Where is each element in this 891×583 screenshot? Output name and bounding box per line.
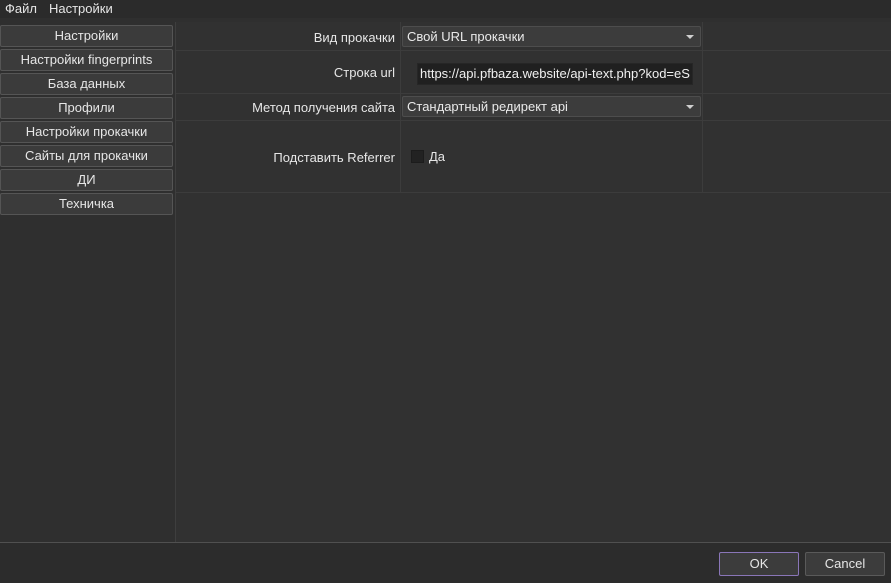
sidebar-item-settings[interactable]: Настройки <box>0 25 173 47</box>
type-label: Вид прокачки <box>313 30 395 45</box>
sidebar: Настройки Настройки fingerprints База да… <box>0 22 174 542</box>
referrer-label: Подставить Referrer <box>273 150 395 165</box>
type-select[interactable]: Свой URL прокачки <box>402 26 701 47</box>
sidebar-item-database[interactable]: База данных <box>0 73 173 95</box>
method-label: Метод получения сайта <box>252 100 395 115</box>
sidebar-item-boost-sites[interactable]: Сайты для прокачки <box>0 145 173 167</box>
row-divider <box>176 93 891 94</box>
referrer-checkbox-label[interactable]: Да <box>429 149 445 164</box>
chevron-down-icon <box>686 105 694 109</box>
ok-button[interactable]: OK <box>719 552 799 576</box>
url-label: Строка url <box>333 65 395 80</box>
sidebar-item-profiles[interactable]: Профили <box>0 97 173 119</box>
chevron-down-icon <box>686 35 694 39</box>
settings-panel: Вид прокачки Свой URL прокачки Строка ur… <box>175 22 891 542</box>
url-input[interactable]: https://api.pfbaza.website/api-text.php?… <box>417 63 693 85</box>
referrer-checkbox[interactable] <box>411 150 424 163</box>
row-divider <box>176 192 891 193</box>
sidebar-item-di[interactable]: ДИ <box>0 169 173 191</box>
type-select-value: Свой URL прокачки <box>407 29 525 44</box>
cancel-button[interactable]: Cancel <box>805 552 885 576</box>
row-divider <box>176 50 891 51</box>
column-divider <box>702 22 703 192</box>
row-divider <box>176 120 891 121</box>
method-select[interactable]: Стандартный редирект api <box>402 96 701 117</box>
sidebar-item-tech[interactable]: Техничка <box>0 193 173 215</box>
menu-settings[interactable]: Настройки <box>44 0 120 18</box>
dialog-footer: OK Cancel <box>0 542 891 583</box>
menu-bar: Файл Настройки <box>0 0 891 18</box>
method-select-value: Стандартный редирект api <box>407 99 568 114</box>
menu-file[interactable]: Файл <box>0 0 44 18</box>
column-divider <box>400 22 401 192</box>
sidebar-item-boost-settings[interactable]: Настройки прокачки <box>0 121 173 143</box>
sidebar-item-fingerprints[interactable]: Настройки fingerprints <box>0 49 173 71</box>
